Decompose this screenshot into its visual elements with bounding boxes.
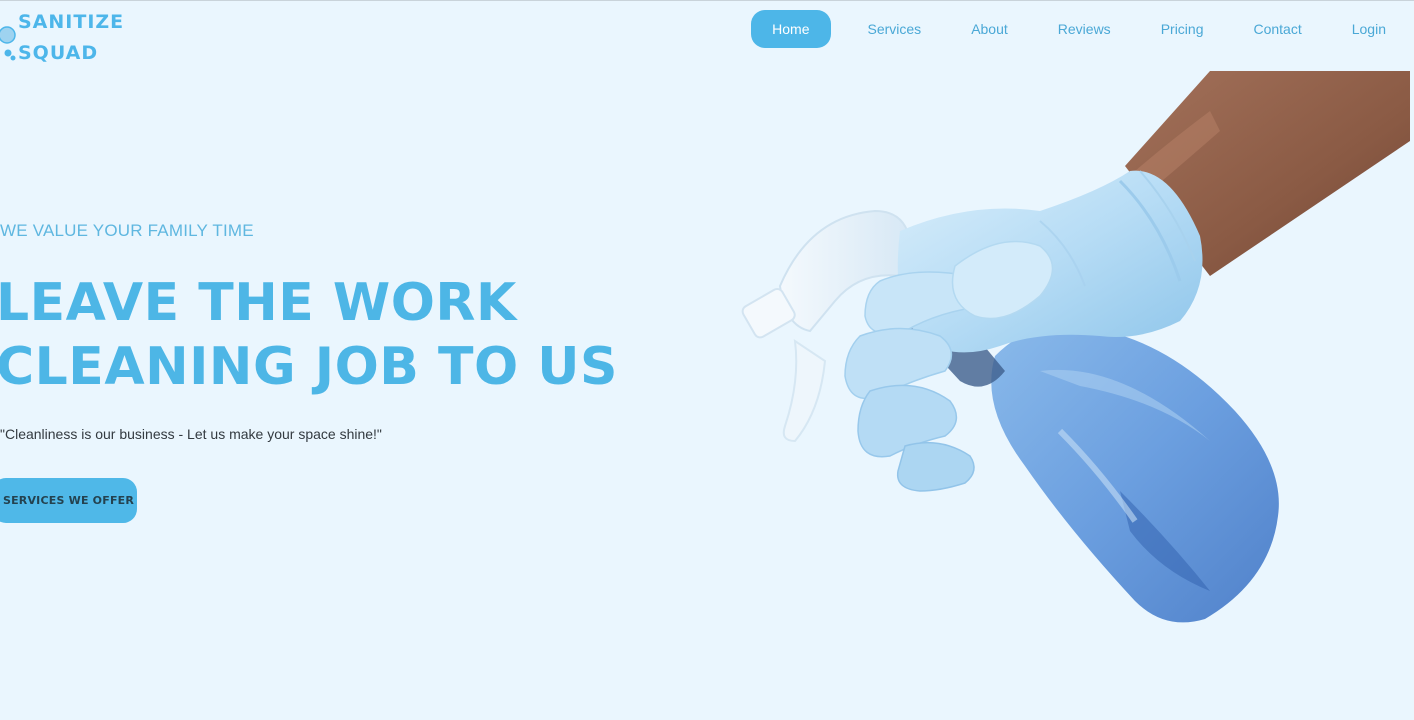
nav-login[interactable]: Login (1331, 10, 1414, 48)
nav-home[interactable]: Home (751, 10, 831, 48)
water-drops-icon (0, 26, 16, 61)
nav-pricing[interactable]: Pricing (1140, 10, 1225, 48)
hero-headline-line1: LEAVE THE WORK (0, 273, 517, 333)
main-nav: Home Services About Reviews Pricing Cont… (751, 9, 1414, 49)
brand-name-line1: SANITIZE (18, 11, 125, 33)
nav-about[interactable]: About (950, 10, 1029, 48)
nav-services[interactable]: Services (847, 10, 943, 48)
landing-page: SANITIZE SQUAD Home Services About Revie… (0, 0, 1414, 720)
brand-name: SANITIZE SQUAD (18, 7, 124, 69)
hero-eyebrow: WE VALUE YOUR FAMILY TIME (0, 221, 254, 240)
nav-reviews[interactable]: Reviews (1037, 10, 1132, 48)
hero-headline: LEAVE THE WORK CLEANING JOB TO US (0, 271, 618, 399)
brand-logo[interactable]: SANITIZE SQUAD (0, 7, 140, 67)
brand-name-line2: SQUAD (18, 42, 99, 64)
nav-contact[interactable]: Contact (1232, 10, 1322, 48)
hero-headline-line2: CLEANING JOB TO US (0, 337, 618, 397)
services-we-offer-button[interactable]: SERVICES WE OFFER (0, 478, 137, 523)
hero-tagline: "Cleanliness is our business - Let us ma… (0, 426, 382, 442)
gloved-hand-spray-bottle-image (741, 71, 1410, 623)
